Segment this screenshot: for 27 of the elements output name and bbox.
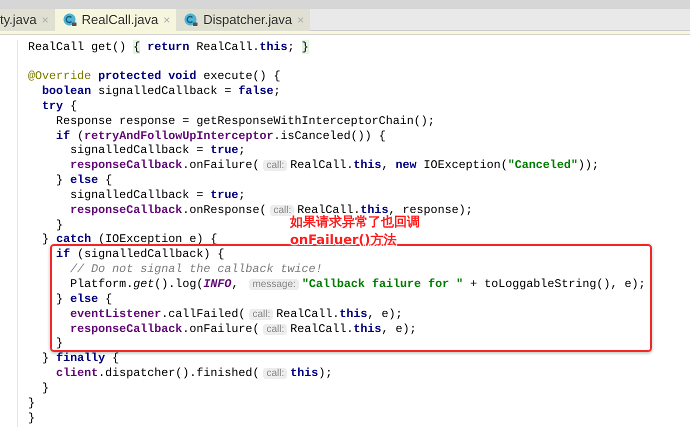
code-line: } else { [55,173,112,188]
code-line: Platform.get().log(INFO, message: "Callback failure for " + toLoggableString(), e); [69,277,646,292]
code-line: client.dispatcher().finished( call: this); [55,366,332,381]
editor-tab[interactable]: Dispatcher.java × [176,9,310,31]
code-line: try { [41,98,78,114]
code-line: signalledCallback = true; [69,143,246,158]
editor-tab[interactable]: RealCall.java × [54,9,176,31]
code-line: } [41,380,50,396]
code-line: } [28,396,36,411]
code-line: boolean signalledCallback = false; [41,84,281,99]
code-line: } [55,218,64,232]
code-line: @Override protected void execute() { [28,69,281,84]
code-line: } [55,336,64,352]
code-line: } else { [55,292,112,307]
code-line: // Do not signal the callback twice! [69,262,323,277]
code-line: } finally { [41,351,120,366]
code-line: responseCallback.onFailure( call: RealCall.this, new IOException("Canceled")); [69,158,599,174]
editor-tab[interactable]: ty.java × [0,9,55,31]
code-line: if (retryAndFollowUpInterceptor.isCanceled()) { [55,128,386,144]
code-line: signalledCallback = true; [69,188,246,203]
callout-text: 如果请求异常了也回调 [290,216,420,230]
code-line: if (signalledCallback) { [55,247,224,262]
code-line: RealCall get() { return RealCall.this; } [28,40,309,54]
code-line: } [28,410,36,426]
code-line: responseCallback.onFailure( call: RealCall.this, e); [69,322,417,336]
code-line: eventListener.callFailed( call: RealCall.this, e); [69,306,402,322]
code-line: Response response = getResponseWithInterceptorChain(); [55,114,435,129]
